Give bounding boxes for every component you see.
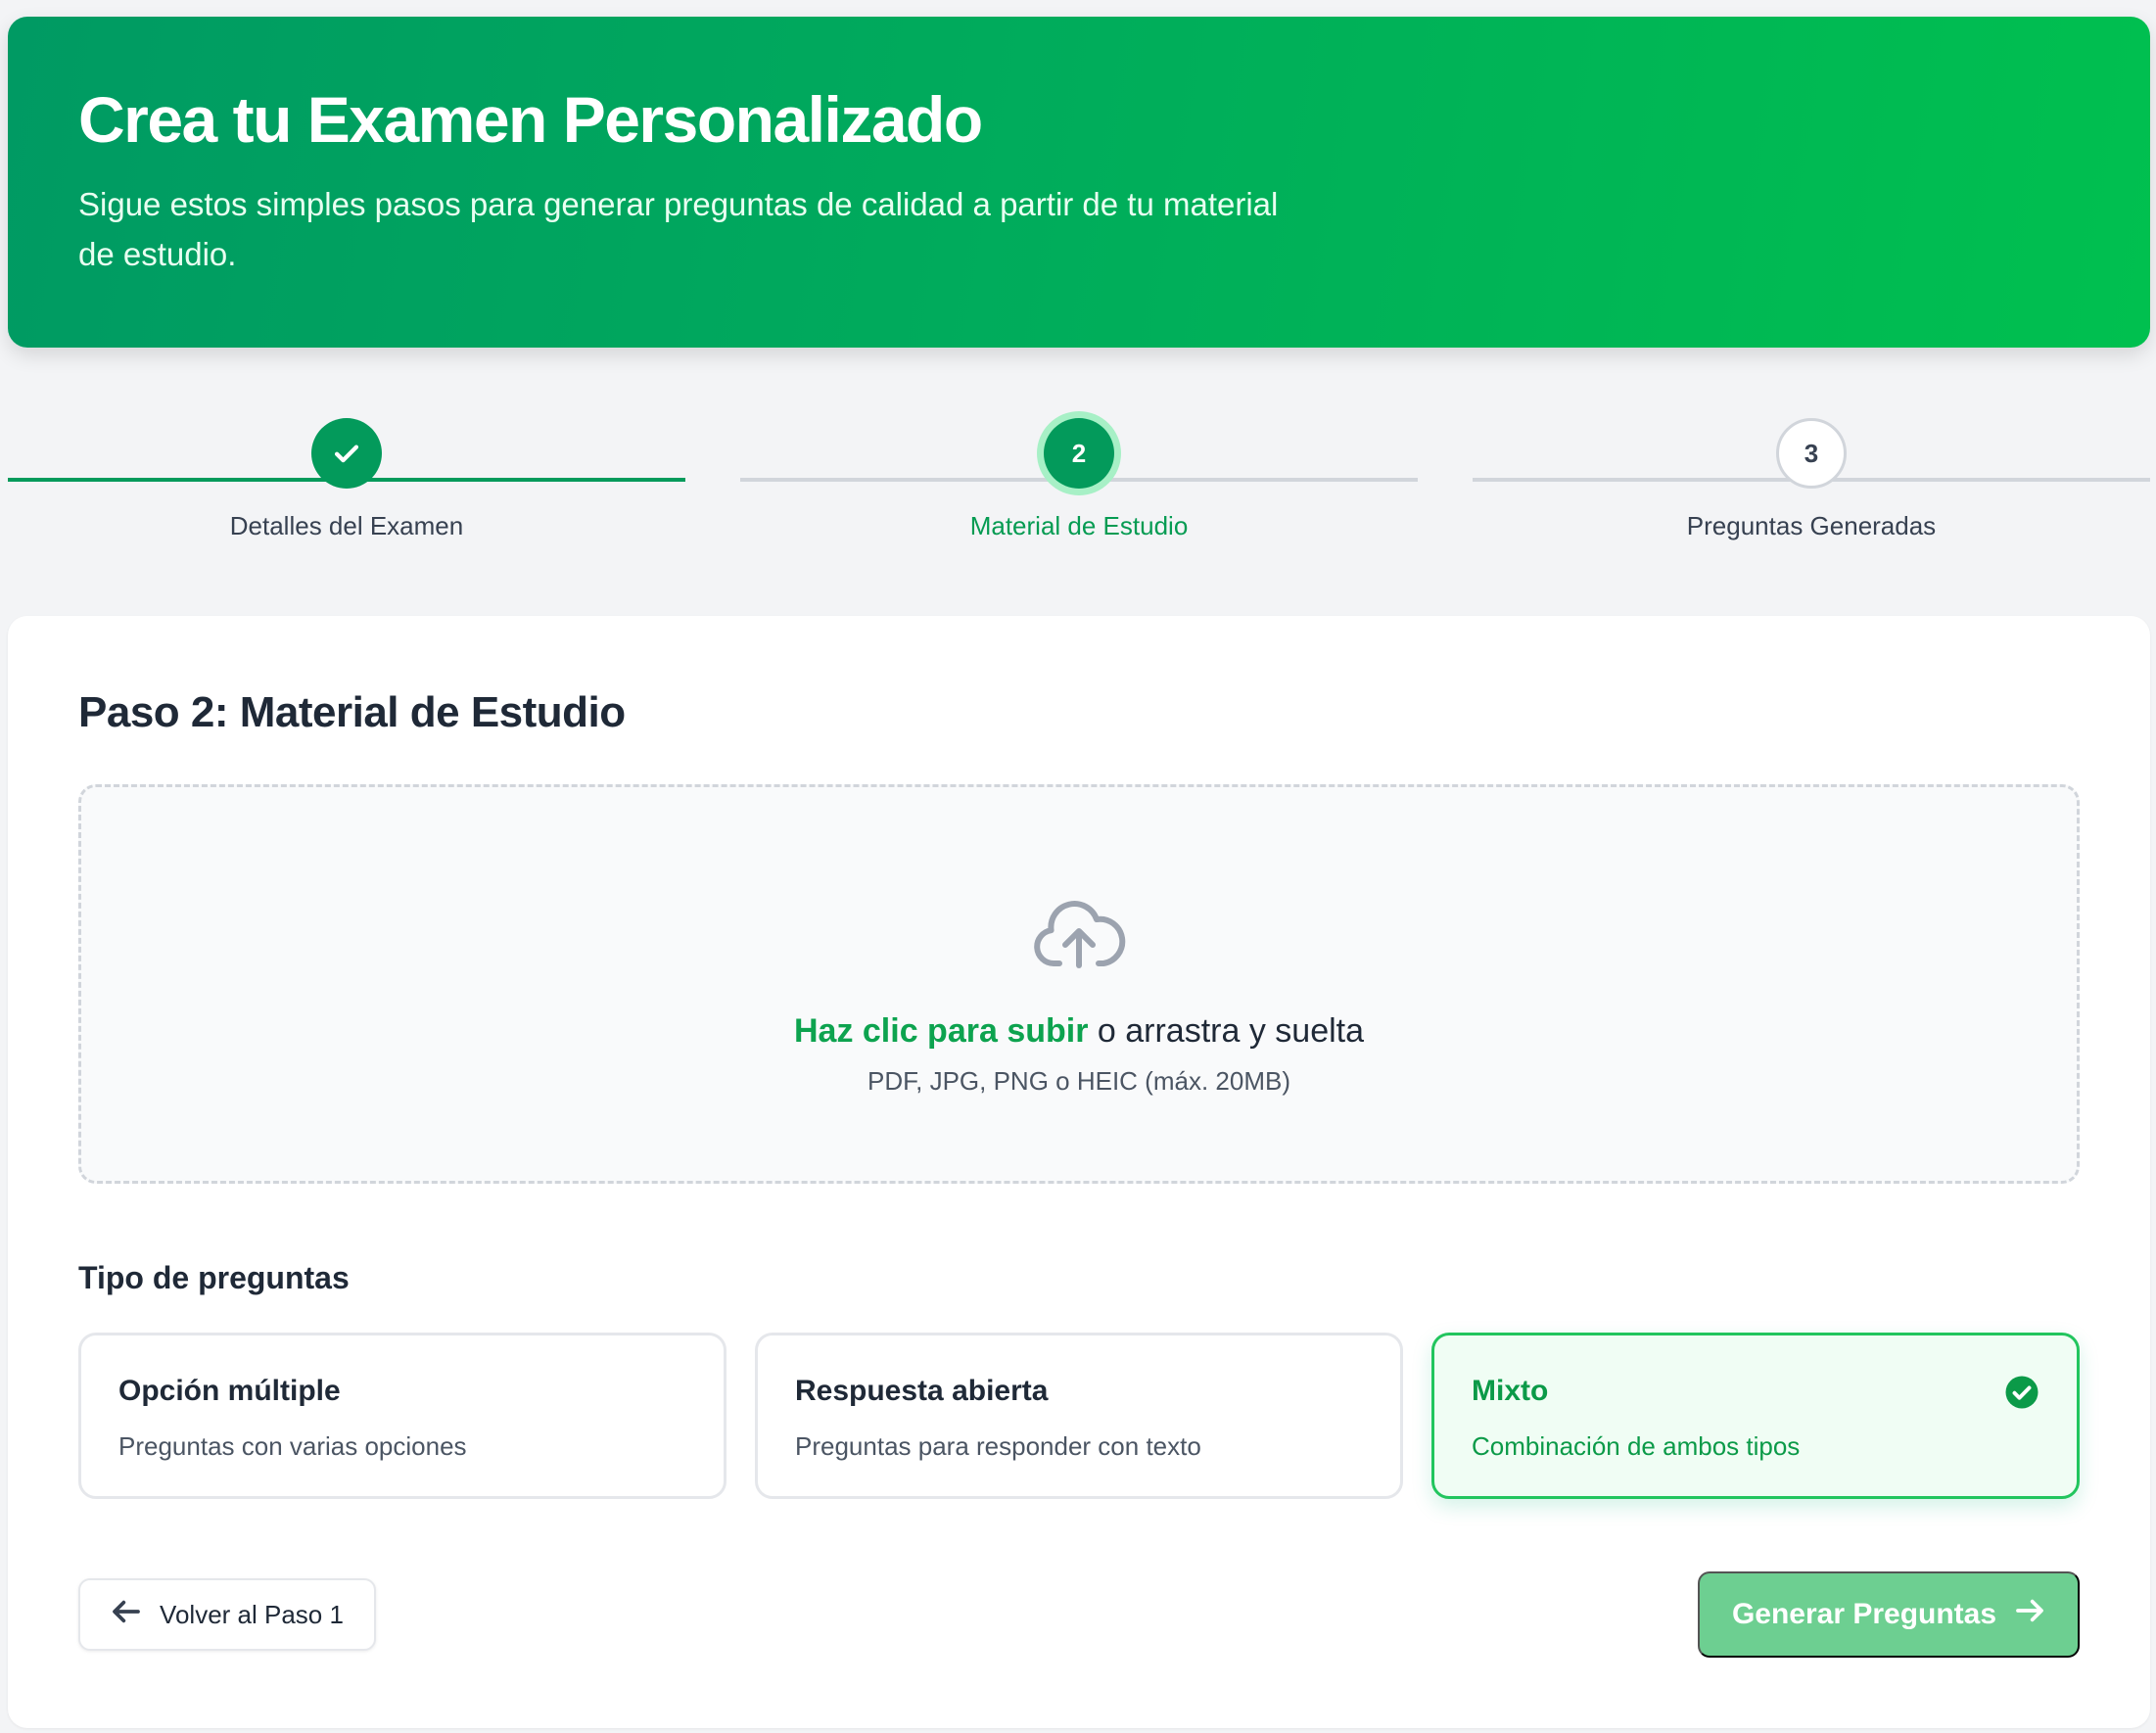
page-title: Crea tu Examen Personalizado [78, 83, 983, 156]
option-title: Opción múltiple [118, 1375, 341, 1407]
arrow-right-icon [2014, 1597, 2045, 1632]
step-number: 2 [1044, 418, 1114, 489]
generate-questions-button[interactable]: Generar Preguntas [1698, 1571, 2080, 1658]
option-mixed[interactable]: Mixto Combinación de ambos tipos [1431, 1333, 2080, 1499]
option-title: Respuesta abierta [795, 1375, 1049, 1407]
option-description: Preguntas para responder con texto [795, 1431, 1201, 1461]
arrow-left-icon [111, 1598, 142, 1632]
progress-stepper: Detalles del Examen 2 Material de Estudi… [8, 411, 2150, 548]
step-exam-details[interactable]: Detalles del Examen [8, 411, 685, 548]
page-header: Crea tu Examen Personalizado Sigue estos… [8, 17, 2150, 348]
drag-drop-text: o arrastra y suelta [1088, 1012, 1365, 1050]
check-circle-icon [2004, 1375, 2039, 1415]
upload-instruction: Haz clic para subir o arrastra y suelta [81, 1012, 2077, 1051]
option-multiple-choice[interactable]: Opción múltiple Preguntas con varias opc… [78, 1333, 726, 1499]
step-title: Paso 2: Material de Estudio [78, 688, 626, 736]
upload-hint: PDF, JPG, PNG o HEIC (máx. 20MB) [867, 1066, 1290, 1096]
back-button-label: Volver al Paso 1 [160, 1599, 344, 1629]
question-type-title: Tipo de preguntas [78, 1260, 350, 1295]
page-subtitle: Sigue estos simples pasos para generar p… [78, 185, 1279, 272]
step-completed-indicator [311, 418, 382, 489]
generate-button-label: Generar Preguntas [1731, 1598, 1997, 1630]
step-generated-questions[interactable]: 3 Preguntas Generadas [1473, 411, 2150, 548]
option-title: Mixto [1472, 1375, 1549, 1407]
step-card: Paso 2: Material de Estudio Haz clic par… [8, 616, 2150, 1728]
step-label: Preguntas Generadas [1686, 511, 1937, 540]
step-number: 3 [1776, 418, 1847, 489]
option-description: Combinación de ambos tipos [1472, 1431, 1801, 1461]
step-label: Detalles del Examen [229, 511, 464, 540]
step-study-material[interactable]: 2 Material de Estudio [740, 411, 1418, 548]
option-open-answer[interactable]: Respuesta abierta Preguntas para respond… [755, 1333, 1403, 1499]
upload-link[interactable]: Haz clic para subir [794, 1012, 1088, 1050]
step-label: Material de Estudio [969, 511, 1189, 540]
back-button[interactable]: Volver al Paso 1 [78, 1578, 376, 1651]
option-description: Preguntas con varias opciones [118, 1431, 467, 1461]
cloud-upload-icon [1032, 895, 1126, 982]
file-dropzone[interactable]: Haz clic para subir o arrastra y suelta … [78, 784, 2080, 1184]
checkmark-icon [334, 445, 359, 463]
